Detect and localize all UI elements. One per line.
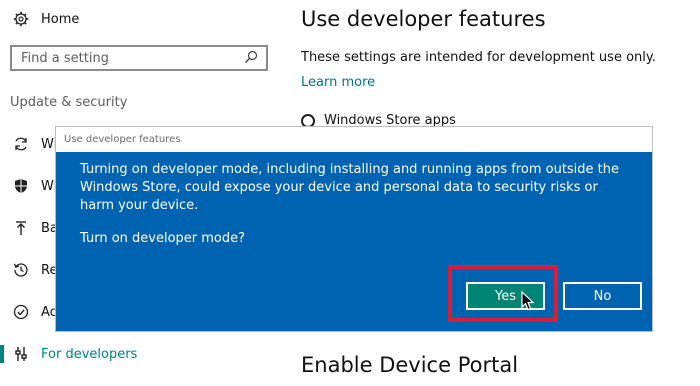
sync-icon [13, 136, 29, 152]
page-title: Use developer features [301, 7, 546, 31]
search-icon[interactable] [244, 49, 258, 68]
dialog-question: Turn on developer mode? [80, 231, 246, 246]
backup-arrow-icon [13, 220, 29, 236]
sidebar-item-label: For developers [41, 346, 138, 362]
dialog-message: Turning on developer mode, including ins… [80, 162, 620, 213]
learn-more-link[interactable]: Learn more [301, 75, 375, 90]
gear-icon [12, 10, 30, 28]
history-icon [13, 262, 29, 278]
sidebar-item-for-developers[interactable]: For developers [0, 341, 280, 367]
active-indicator [0, 345, 4, 363]
search-input[interactable]: Find a setting [10, 45, 268, 71]
search-placeholder: Find a setting [21, 50, 109, 66]
home-label: Home [41, 11, 80, 27]
no-button[interactable]: No [563, 282, 642, 310]
dialog-title: Use developer features [56, 127, 652, 152]
check-circle-icon [13, 304, 29, 320]
section-label: Update & security [10, 95, 128, 110]
developer-mode-dialog: Use developer features Turning on develo… [55, 126, 653, 332]
shield-icon [13, 178, 29, 194]
device-portal-heading: Enable Device Portal [301, 353, 519, 377]
mouse-cursor-icon [521, 291, 535, 311]
page-description: These settings are intended for developm… [301, 50, 656, 65]
developer-tools-icon [13, 346, 29, 362]
home-nav-item[interactable]: Home [12, 8, 79, 30]
